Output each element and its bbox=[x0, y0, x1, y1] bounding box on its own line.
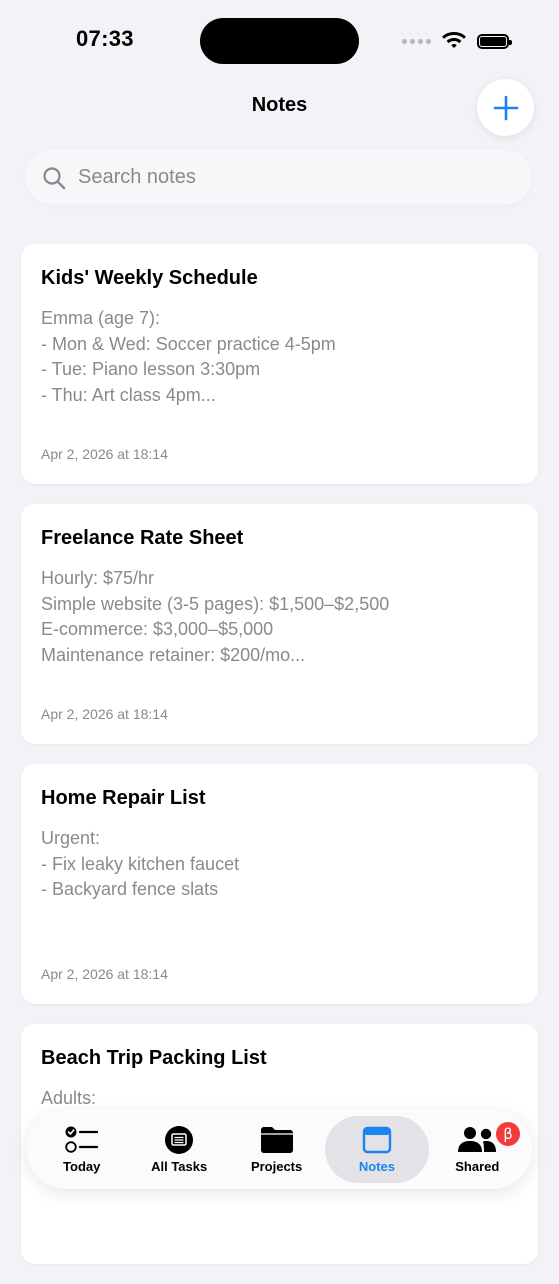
note-date: Apr 2, 2026 at 18:14 bbox=[41, 706, 168, 722]
note-card[interactable]: Home Repair List Urgent: - Fix leaky kit… bbox=[21, 764, 538, 1004]
note-card[interactable]: Kids' Weekly Schedule Emma (age 7): - Mo… bbox=[21, 244, 538, 484]
search-bar[interactable] bbox=[25, 150, 532, 205]
note-date: Apr 2, 2026 at 18:14 bbox=[41, 966, 168, 982]
note-title: Kids' Weekly Schedule bbox=[41, 267, 258, 289]
dynamic-island bbox=[200, 18, 359, 64]
search-input[interactable] bbox=[76, 165, 480, 190]
tab-label: Today bbox=[63, 1159, 101, 1174]
tab-label: Shared bbox=[455, 1159, 500, 1174]
tasks-icon bbox=[165, 1126, 194, 1154]
cellular-signal-icon bbox=[402, 38, 431, 44]
note-title: Freelance Rate Sheet bbox=[41, 527, 244, 549]
note-preview: Adults: bbox=[41, 1088, 97, 1108]
notes-icon bbox=[362, 1126, 392, 1154]
people-icon bbox=[458, 1127, 497, 1152]
tab-label: All Tasks bbox=[151, 1159, 208, 1174]
add-note-button[interactable] bbox=[477, 79, 534, 136]
note-title: Beach Trip Packing List bbox=[41, 1047, 267, 1069]
tab-notes[interactable]: Notes bbox=[325, 1116, 429, 1183]
battery-icon bbox=[477, 33, 512, 49]
tab-today[interactable]: Today bbox=[33, 1116, 130, 1183]
plus-icon bbox=[493, 95, 518, 120]
note-date: Apr 2, 2026 at 18:14 bbox=[41, 446, 168, 462]
tab-label: Notes bbox=[358, 1159, 396, 1174]
tab-shared[interactable]: Shared β bbox=[429, 1116, 526, 1183]
tab-projects[interactable]: Projects bbox=[228, 1116, 325, 1183]
note-preview: Hourly: $75/hr Simple website (3-5 pages… bbox=[41, 568, 390, 665]
page-title: Notes bbox=[251, 94, 308, 116]
status-icons bbox=[402, 29, 512, 54]
folder-icon bbox=[260, 1127, 293, 1153]
wifi-icon bbox=[441, 29, 467, 54]
note-title: Home Repair List bbox=[41, 787, 206, 809]
tab-bar: Today All Tasks Projects Notes Shared β bbox=[27, 1110, 532, 1189]
tab-all-tasks[interactable]: All Tasks bbox=[130, 1116, 227, 1183]
search-icon bbox=[43, 166, 66, 189]
status-bar: 07:33 bbox=[0, 0, 559, 80]
note-card[interactable]: Freelance Rate Sheet Hourly: $75/hr Simp… bbox=[21, 504, 538, 744]
beta-badge: β bbox=[496, 1122, 521, 1146]
tab-label: Projects bbox=[250, 1159, 303, 1174]
note-preview: Emma (age 7): - Mon & Wed: Soccer practi… bbox=[41, 308, 336, 405]
status-time: 07:33 bbox=[76, 26, 134, 51]
note-preview: Urgent: - Fix leaky kitchen faucet - Bac… bbox=[41, 828, 240, 899]
checklist-icon bbox=[65, 1126, 98, 1153]
